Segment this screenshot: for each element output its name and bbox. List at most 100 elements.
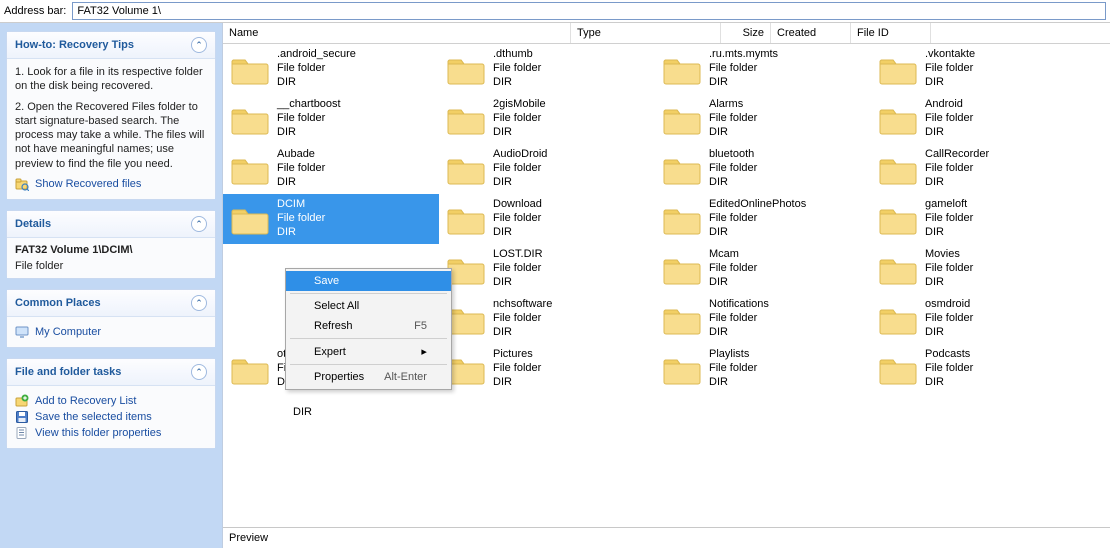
item-ext: DIR [925, 176, 989, 190]
folder-item[interactable]: .android_secureFile folderDIR [223, 44, 439, 94]
computer-icon [15, 325, 29, 339]
folder-item[interactable]: .dthumbFile folderDIR [439, 44, 655, 94]
folder-item[interactable]: PodcastsFile folderDIR [871, 344, 1087, 394]
item-type: File folder [709, 262, 757, 276]
folder-item[interactable]: osmdroidFile folderDIR [871, 294, 1087, 344]
folder-item[interactable]: gameloftFile folderDIR [871, 194, 1087, 244]
panel-common-header[interactable]: Common Places ⌃ [7, 290, 215, 317]
sidebar: How-to: Recovery Tips ⌃ 1. Look for a fi… [0, 23, 222, 548]
context-menu: Save Select AllRefreshF5 Expert▸ Properties… [285, 268, 452, 390]
item-type: File folder [493, 262, 543, 276]
folder-item[interactable]: PlaylistsFile folderDIR [655, 344, 871, 394]
item-name: .android_secure [277, 48, 356, 62]
item-name: EditedOnlinePhotos [709, 198, 806, 212]
header-created[interactable]: Created [771, 23, 851, 43]
item-name: .ru.mts.mymts [709, 48, 778, 62]
chevron-up-icon[interactable]: ⌃ [191, 216, 207, 232]
folder-search-icon [15, 177, 29, 191]
panel-common: Common Places ⌃ My Computer [6, 289, 216, 348]
item-name: Pictures [493, 348, 541, 362]
folder-item[interactable]: NotificationsFile folderDIR [655, 294, 871, 344]
add-recovery-link[interactable]: Add to Recovery List [15, 394, 207, 408]
folder-item[interactable]: bluetoothFile folderDIR [655, 144, 871, 194]
menu-save[interactable]: Save [286, 271, 451, 291]
header-fileid[interactable]: File ID [851, 23, 931, 43]
panel-tips-header[interactable]: How-to: Recovery Tips ⌃ [7, 32, 215, 59]
folder-item[interactable]: McamFile folderDIR [655, 244, 871, 294]
chevron-up-icon[interactable]: ⌃ [191, 295, 207, 311]
folder-icon [877, 348, 919, 390]
header-name[interactable]: Name [223, 23, 571, 43]
item-ext: DIR [709, 176, 757, 190]
item-type: File folder [277, 62, 356, 76]
save-selected-link[interactable]: Save the selected items [15, 410, 207, 424]
item-ext: DIR [709, 276, 757, 290]
menu-refresh[interactable]: RefreshF5 [286, 316, 451, 336]
item-name: bluetooth [709, 148, 757, 162]
preview-label: Preview [229, 532, 268, 544]
folder-icon [661, 148, 703, 190]
details-path: FAT32 Volume 1\DCIM\ [15, 244, 207, 256]
folder-item[interactable]: AndroidFile folderDIR [871, 94, 1087, 144]
file-grid[interactable]: .android_secureFile folderDIR.dthumbFile… [223, 44, 1110, 527]
item-ext: DIR [493, 326, 552, 340]
folder-item[interactable]: __chartboostFile folderDIR [223, 94, 439, 144]
item-ext: DIR [493, 76, 541, 90]
chevron-up-icon[interactable]: ⌃ [191, 364, 207, 380]
item-type: File folder [925, 212, 973, 226]
view-props-link[interactable]: View this folder properties [15, 426, 207, 440]
folder-icon [661, 198, 703, 240]
panel-details-header[interactable]: Details ⌃ [7, 211, 215, 238]
folder-item[interactable]: MoviesFile folderDIR [871, 244, 1087, 294]
folder-item[interactable]: 2gisMobileFile folderDIR [439, 94, 655, 144]
address-input[interactable] [72, 2, 1106, 20]
chevron-up-icon[interactable]: ⌃ [191, 37, 207, 53]
item-type: File folder [709, 312, 769, 326]
menu-select-all[interactable]: Select All [286, 296, 451, 316]
item-type: File folder [493, 362, 541, 376]
folder-item[interactable]: nchsoftwareFile folderDIR [439, 294, 655, 344]
header-type[interactable]: Type [571, 23, 721, 43]
my-computer-link[interactable]: My Computer [15, 325, 207, 339]
item-ext: DIR [709, 126, 757, 140]
content-area: Name Type Size Created File ID .android_… [222, 23, 1110, 548]
show-recovered-link[interactable]: Show Recovered files [15, 177, 207, 191]
tips-p2: 2. Open the Recovered Files folder to st… [15, 100, 207, 171]
folder-item[interactable]: .vkontakteFile folderDIR [871, 44, 1087, 94]
item-name: AudioDroid [493, 148, 547, 162]
add-recovery-label: Add to Recovery List [35, 395, 137, 407]
item-name: .vkontakte [925, 48, 975, 62]
item-name: Playlists [709, 348, 757, 362]
folder-item[interactable]: DownloadFile folderDIR [439, 194, 655, 244]
item-type: File folder [493, 62, 541, 76]
folder-icon [877, 148, 919, 190]
menu-expert[interactable]: Expert▸ [286, 341, 451, 362]
item-ext: DIR [493, 226, 542, 240]
folder-item[interactable]: PicturesFile folderDIR [439, 344, 655, 394]
item-type: File folder [709, 62, 778, 76]
add-icon [15, 394, 29, 408]
panel-common-title: Common Places [15, 297, 101, 309]
menu-properties[interactable]: PropertiesAlt-Enter [286, 367, 451, 387]
panel-tips: How-to: Recovery Tips ⌃ 1. Look for a fi… [6, 31, 216, 200]
item-name: Download [493, 198, 542, 212]
folder-item[interactable]: EditedOnlinePhotosFile folderDIR [655, 194, 871, 244]
item-type: File folder [925, 362, 973, 376]
header-size[interactable]: Size [721, 23, 771, 43]
item-ext: DIR [493, 276, 543, 290]
folder-item[interactable]: DCIMFile folderDIR [223, 194, 439, 244]
folder-item[interactable]: AlarmsFile folderDIR [655, 94, 871, 144]
item-name: nchsoftware [493, 298, 552, 312]
folder-item[interactable]: AudioDroidFile folderDIR [439, 144, 655, 194]
folder-item[interactable]: LOST.DIRFile folderDIR [439, 244, 655, 294]
folder-icon [877, 98, 919, 140]
item-type: File folder [709, 362, 757, 376]
folder-item[interactable]: AubadeFile folderDIR [223, 144, 439, 194]
panel-tasks-header[interactable]: File and folder tasks ⌃ [7, 359, 215, 386]
folder-item[interactable]: .ru.mts.mymtsFile folderDIR [655, 44, 871, 94]
item-name: Android [925, 98, 973, 112]
item-name: osmdroid [925, 298, 973, 312]
item-name: gameloft [925, 198, 973, 212]
view-props-label: View this folder properties [35, 427, 161, 439]
folder-item[interactable]: CallRecorderFile folderDIR [871, 144, 1087, 194]
